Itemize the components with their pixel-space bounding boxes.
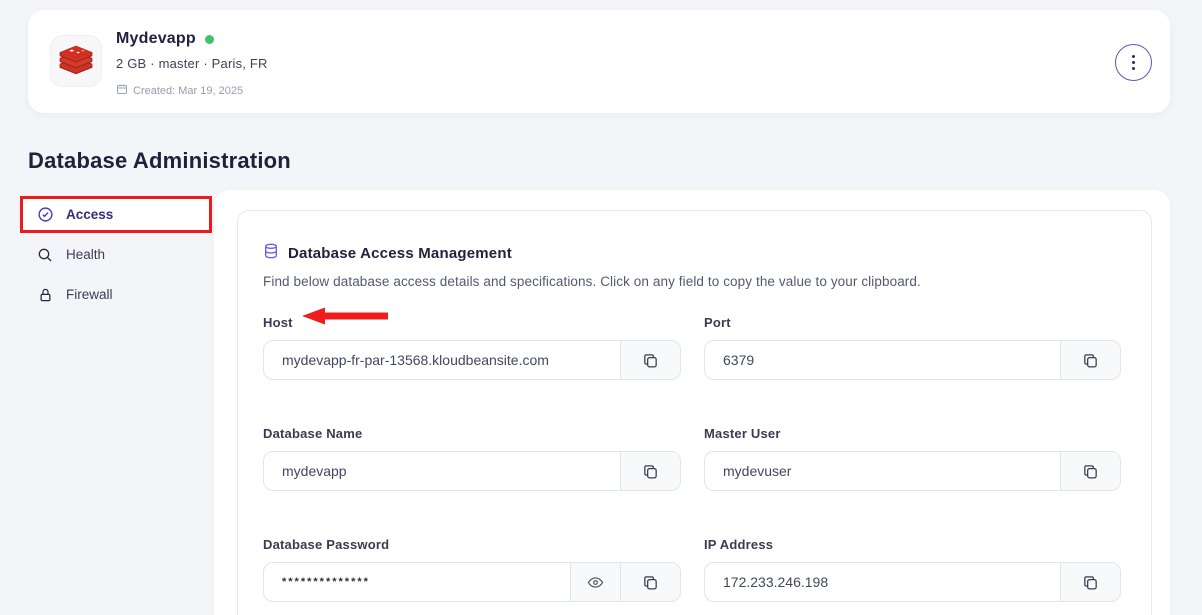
copy-button[interactable]: [620, 452, 680, 490]
field-ip-address: IP Address 172.233.246.198: [704, 537, 1121, 602]
database-password-field[interactable]: **************: [263, 562, 681, 602]
copy-button[interactable]: [1060, 341, 1120, 379]
ip-address-field[interactable]: 172.233.246.198: [704, 562, 1121, 602]
database-password-value[interactable]: **************: [264, 563, 570, 601]
sidebar-item-label: Firewall: [66, 287, 113, 302]
ip-address-label: IP Address: [704, 537, 774, 552]
db-admin-panel: Database Access Management Find below da…: [214, 190, 1170, 615]
sidebar-item-label: Access: [66, 207, 114, 222]
port-label: Port: [704, 315, 731, 330]
search-icon: [36, 247, 54, 263]
kebab-menu-button[interactable]: [1115, 44, 1152, 81]
database-icon: [263, 242, 279, 265]
copy-button[interactable]: [1060, 452, 1120, 490]
sidebar-item-firewall[interactable]: Firewall: [20, 276, 212, 313]
host-field[interactable]: mydevapp-fr-par-13568.kloudbeansite.com: [263, 340, 681, 380]
badge-check-icon: [36, 206, 54, 223]
page-title: Database Administration: [28, 148, 291, 173]
master-user-label: Master User: [704, 426, 781, 441]
copy-button[interactable]: [1060, 563, 1120, 601]
access-form: Host mydevapp-fr-par-13568.kloudbeansite…: [263, 315, 1121, 602]
field-database-name: Database Name mydevapp: [263, 426, 681, 491]
copy-button[interactable]: [620, 341, 680, 379]
database-name-label: Database Name: [263, 426, 363, 441]
field-master-user: Master User mydevuser: [704, 426, 1121, 491]
sidebar-item-health[interactable]: Health: [20, 236, 212, 273]
show-password-button[interactable]: [570, 563, 620, 601]
sidebar-item-label: Health: [66, 247, 106, 262]
app-name: Mydevapp: [116, 30, 196, 47]
created-row: Created: Mar 19, 2025: [116, 83, 243, 98]
access-management-card: Database Access Management Find below da…: [237, 210, 1152, 615]
section-title: Database Access Management: [288, 245, 512, 262]
status-dot: [204, 34, 214, 44]
host-value[interactable]: mydevapp-fr-par-13568.kloudbeansite.com: [264, 341, 620, 379]
section-description: Find below database access details and s…: [263, 274, 921, 289]
redis-logo: [50, 35, 102, 87]
app-summary-card: Mydevapp 2 GB · master · Paris, FR Creat…: [28, 10, 1170, 113]
db-admin-sidebar: Access Health Firewall: [20, 196, 212, 313]
annotation-arrow: [302, 307, 388, 325]
calendar-icon: [116, 83, 128, 98]
master-user-value[interactable]: mydevuser: [705, 452, 1060, 490]
created-label: Created: Mar 19, 2025: [133, 84, 244, 97]
port-value[interactable]: 6379: [705, 341, 1060, 379]
master-user-field[interactable]: mydevuser: [704, 451, 1121, 491]
lock-icon: [36, 287, 54, 303]
sidebar-item-access[interactable]: Access: [20, 196, 212, 233]
copy-button[interactable]: [620, 563, 680, 601]
ip-address-value[interactable]: 172.233.246.198: [705, 563, 1060, 601]
database-name-field[interactable]: mydevapp: [263, 451, 681, 491]
port-field[interactable]: 6379: [704, 340, 1121, 380]
app-specs: 2 GB · master · Paris, FR: [116, 56, 268, 71]
database-name-value[interactable]: mydevapp: [264, 452, 620, 490]
field-port: Port 6379: [704, 315, 1121, 380]
field-database-password: Database Password **************: [263, 537, 681, 602]
database-password-label: Database Password: [263, 537, 390, 552]
